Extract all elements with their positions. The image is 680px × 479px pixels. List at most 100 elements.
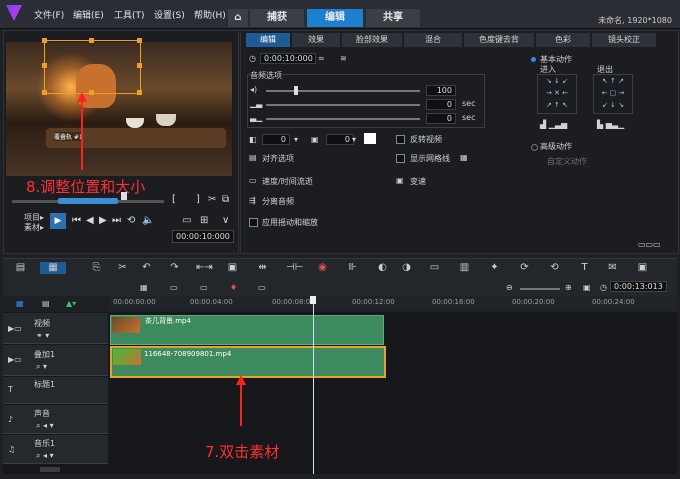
advanced-motion-radio[interactable] [531,144,538,151]
menu-edit[interactable]: 编辑(E) [73,8,104,21]
tab-options-blend[interactable]: 混合 [404,33,462,47]
border-color-swatch[interactable] [364,133,376,144]
duration-field[interactable]: 0:00:10:000 [260,53,316,64]
tools-icon[interactable]: ✂ [116,262,129,274]
motion-ease-icon[interactable]: ▟ ▁▃▅ [540,120,567,129]
fade-in-slider[interactable] [266,104,420,106]
scrubber-head[interactable] [121,192,127,200]
fade-out-field[interactable]: 0 [426,113,456,124]
motion-ease-icon[interactable]: ▙ ▅▃▁ [597,120,624,129]
fit-project-icon[interactable]: ▣ [583,283,591,292]
overlay-selection-box[interactable] [44,40,141,94]
end-icon[interactable]: ⏭ [112,215,121,226]
add-track-icon[interactable]: ▤ [42,299,50,308]
caption-icon[interactable]: ▭ [200,283,208,292]
enlarge-icon[interactable]: ⧉ [222,194,229,205]
menu-tools[interactable]: 工具(T) [114,8,145,21]
menu-help[interactable]: 帮助(H) [194,8,226,21]
record-icon[interactable]: ◉ [316,262,329,274]
speed-option[interactable]: 速度/时间流逝 [262,176,313,187]
mute-icon[interactable]: ⌕ ◂ ▾ [36,421,54,431]
enter-direction-grid[interactable]: ↘ ↓ ↙ → ✕ ← ↗ ↑ ↖ [537,74,577,114]
track-header-voice[interactable] [3,405,108,434]
tab-options-effects[interactable]: 效果 [292,33,340,47]
playhead-line[interactable] [313,298,314,474]
mail-icon[interactable]: ✉ [606,262,619,274]
tab-edit[interactable]: 编辑 [307,9,363,27]
custom-motion-button[interactable]: 自定义动作 [547,156,587,167]
tab-capture[interactable]: 捕获 [250,9,304,27]
fade-in-field[interactable]: 0 [426,99,456,110]
prev-frame-icon[interactable]: ◀ [86,215,94,226]
text-icon[interactable]: T [578,262,591,274]
mark-in-icon[interactable]: [ [172,194,176,205]
zoom-slider[interactable] [520,288,560,290]
next-frame-icon[interactable]: ▶ [99,215,107,226]
pan-zoom-checkbox[interactable] [249,218,258,227]
timeline-timecode[interactable]: 0:00:13:013 [610,281,667,292]
redo-icon[interactable]: ↷ [168,262,181,274]
link-icon[interactable]: ⚭ ▾ [36,331,49,340]
mark-out-icon[interactable]: ] [196,194,200,205]
hd-icon[interactable]: ▭ [182,215,191,226]
volume-icon[interactable]: 🔈 [142,215,154,226]
resize-handle[interactable] [137,90,142,95]
play-button[interactable]: ▶ [50,213,66,229]
overlay-clip[interactable]: 116648-708909801.mp4 [110,346,386,378]
snapshot-icon[interactable]: ⊞ [200,215,208,226]
split-audio-option[interactable]: 分离音频 [262,196,294,207]
resize-handle[interactable] [89,38,94,43]
snapshot-icon[interactable]: ▦ [140,283,148,292]
grid-icon[interactable]: ▦ [460,153,468,162]
export-icon[interactable]: ▣ [636,262,649,274]
resize-handle[interactable] [137,63,142,68]
mode-clip[interactable]: 素材▸ [24,222,44,233]
fit-icon[interactable]: ⇤⇥ [196,262,213,274]
mute-icon[interactable]: ⌕ ◂ ▾ [36,451,54,461]
zoom-in-icon[interactable]: ⊕ [565,283,572,292]
chevron-down-icon[interactable]: ∨ [222,215,229,226]
magic-icon[interactable]: ✦ [488,262,501,274]
resize-handle[interactable] [89,90,94,95]
variable-speed-option[interactable]: 变速 [410,176,426,187]
tab-options-lens[interactable]: 镜头校正 [592,33,656,47]
home-icon[interactable]: ⏮ [72,215,81,226]
chapter-icon[interactable]: ▭ [258,283,266,292]
resize-handle[interactable] [137,38,142,43]
volume-slider[interactable] [266,90,420,92]
basic-motion-radio[interactable] [531,57,536,62]
mute-icon[interactable]: ≈ [318,54,325,63]
trim-range[interactable] [58,198,118,204]
track-header-title[interactable] [3,377,108,404]
audio-mixer-icon[interactable]: ⊪ [346,262,359,274]
home-tab[interactable]: ⌂ [228,9,248,27]
mic-icon[interactable]: ♦ [230,283,237,292]
panel-view-icon[interactable]: ▭▭▭ [638,240,661,249]
video-clip[interactable]: 茶几背景.mp4 [110,315,384,345]
fade-out-slider[interactable] [266,118,420,120]
exit-direction-grid[interactable]: ↖ ↑ ↗ ← ▢ → ↙ ↓ ↘ [593,74,633,114]
tab-options-chroma[interactable]: 色度键去背 [464,33,534,47]
transform-icon[interactable]: ⟲ [548,262,561,274]
tab-options-edit[interactable]: 编辑 [246,33,290,47]
undo-icon[interactable]: ↶ [140,262,153,274]
pip-icon[interactable]: ▭ [170,283,178,292]
menu-file[interactable]: 文件(F) [34,8,64,21]
trim-icon[interactable]: ⊣⊢ [286,262,303,274]
tab-options-face[interactable]: 脸部效果 [342,33,402,47]
resize-handle[interactable] [42,90,47,95]
preview-timecode[interactable]: 00:00:10:000 [172,230,234,243]
border-field[interactable]: 0 [326,134,354,145]
track-manager-icon[interactable]: ▦ [16,299,24,308]
loop-icon[interactable]: ⟳ [518,262,531,274]
tab-options-color[interactable]: 色彩 [536,33,590,47]
lock-icon[interactable]: ⌕ ▾ [36,362,47,372]
mask-icon[interactable]: ◑ [400,262,413,274]
zoom-out-icon[interactable]: ⊖ [506,283,513,292]
tab-share[interactable]: 共享 [366,9,420,27]
crop-icon[interactable]: ▣ [226,262,239,274]
motion-track-icon[interactable]: ◐ [376,262,389,274]
rotate-field[interactable]: 0 [262,134,290,145]
alignment-option[interactable]: 对齐选项 [262,153,294,164]
copy-icon[interactable]: ⎘ [90,262,103,274]
